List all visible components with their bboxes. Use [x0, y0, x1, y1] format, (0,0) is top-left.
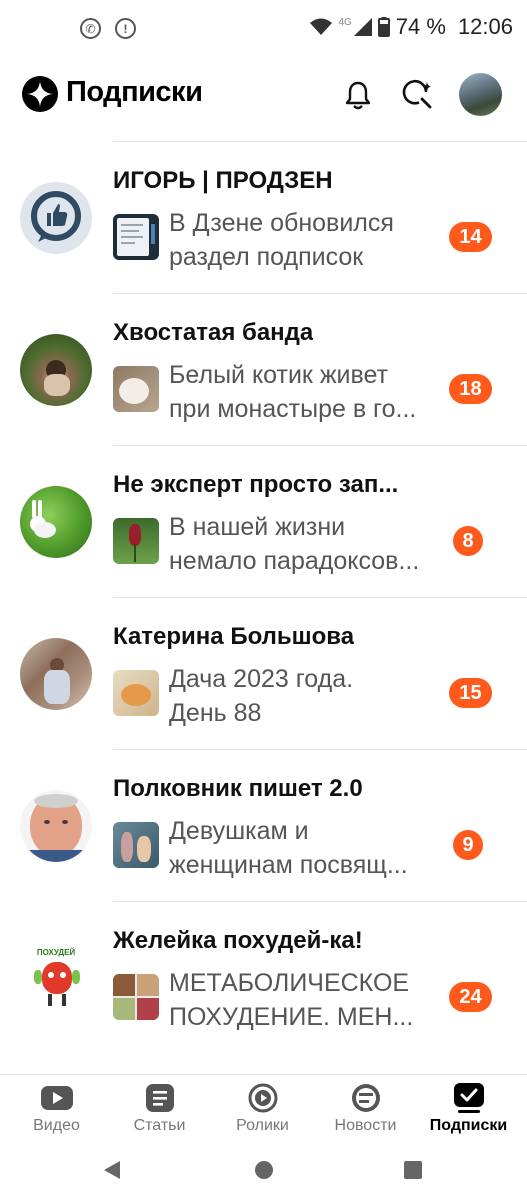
whatsapp-icon: ✆ — [80, 18, 101, 39]
nav-subscriptions[interactable]: Подписки — [416, 1081, 521, 1135]
subscriptions-icon — [453, 1083, 484, 1113]
post-preview-line: раздел подписок — [169, 243, 364, 271]
articles-icon — [145, 1084, 174, 1112]
system-navigation — [0, 1140, 527, 1200]
post-preview-line: В Дзене обновился — [169, 209, 394, 237]
wifi-icon — [310, 18, 333, 35]
back-icon — [104, 1161, 120, 1179]
avatar-caption: ПОХУДЕЙ — [36, 948, 76, 957]
post-thumbnail — [113, 366, 159, 412]
page-title: Подписки — [66, 76, 203, 108]
post-preview: МЕТАБОЛИЧЕСКОЕ ПОХУДЕНИЕ. МЕН... — [169, 966, 439, 1034]
alert-icon: ! — [115, 18, 136, 39]
post-thumbnail — [113, 214, 159, 260]
unread-count-badge: 14 — [449, 222, 492, 252]
post-thumbnail — [113, 670, 159, 716]
zen-logo-icon[interactable] — [22, 76, 58, 112]
nav-clips[interactable]: Ролики — [210, 1081, 315, 1135]
channel-avatar[interactable] — [20, 182, 92, 254]
list-item[interactable]: Не эксперт просто зап... В нашей жизни н… — [20, 445, 527, 597]
channel-avatar[interactable] — [20, 486, 92, 558]
profile-avatar[interactable] — [459, 73, 502, 116]
back-button[interactable] — [100, 1158, 124, 1182]
list-item[interactable]: ИГОРЬ | ПРОДЗЕН В Дзене обновился раздел… — [20, 141, 527, 293]
channel-avatar[interactable]: ПОХУДЕЙ — [20, 942, 92, 1014]
unread-count-badge: 18 — [449, 374, 492, 404]
video-icon — [40, 1086, 73, 1110]
post-preview-line: при монастыре в го... — [169, 395, 417, 423]
channel-avatar[interactable] — [20, 638, 92, 710]
nav-label: Ролики — [236, 1117, 289, 1134]
post-preview: В Дзене обновился раздел подписок — [169, 206, 439, 274]
channel-name: ИГОРЬ | ПРОДЗЕН — [113, 167, 333, 194]
post-thumbnail — [113, 518, 159, 564]
nav-articles[interactable]: Статьи — [107, 1081, 212, 1135]
nav-label: Подписки — [429, 1117, 508, 1134]
nav-label: Видео — [33, 1117, 80, 1134]
post-thumbnail — [113, 822, 159, 868]
post-preview-line: День 88 — [169, 699, 262, 727]
notifications-button[interactable] — [337, 74, 379, 116]
search-sparkle-icon — [402, 80, 432, 109]
channel-name: Не эксперт просто зап... — [113, 471, 399, 498]
nav-label: Новости — [334, 1117, 397, 1134]
signal-icon — [353, 18, 372, 36]
post-preview-line: женщинам посвящ... — [169, 851, 408, 879]
post-preview: В нашей жизни немало парадоксов... — [169, 510, 439, 578]
list-item[interactable]: ПОХУДЕЙ Желейка похудей-ка! МЕТАБОЛИЧЕСК… — [20, 901, 527, 1053]
news-icon — [351, 1084, 380, 1112]
post-preview: Белый котик живет при монастыре в го... — [169, 358, 439, 426]
post-preview-line: Белый котик живет — [169, 361, 389, 389]
search-button[interactable] — [397, 74, 439, 116]
status-bar: ✆ ! 4G 74 % 12:06 — [0, 0, 527, 60]
post-preview-line: немало парадоксов... — [169, 547, 420, 575]
post-thumbnail — [113, 974, 159, 1020]
list-item[interactable]: Хвостатая банда Белый котик живет при мо… — [20, 293, 527, 445]
status-right: 4G 74 % 12:06 — [310, 14, 513, 40]
recents-icon — [404, 1161, 422, 1179]
home-icon — [255, 1161, 273, 1179]
network-type: 4G — [338, 16, 352, 28]
unread-count-badge: 9 — [453, 830, 483, 860]
list-item[interactable]: Полковник пишет 2.0 Девушкам и женщинам … — [20, 749, 527, 901]
channel-name: Хвостатая банда — [113, 319, 314, 346]
home-button[interactable] — [252, 1158, 276, 1182]
subscriptions-feed: ИГОРЬ | ПРОДЗЕН В Дзене обновился раздел… — [0, 141, 527, 1053]
channel-avatar[interactable] — [20, 334, 92, 406]
channel-name: Желейка похудей-ка! — [113, 927, 363, 954]
unread-count-badge: 15 — [449, 678, 492, 708]
nav-label: Статьи — [133, 1117, 186, 1134]
unread-count-badge: 8 — [453, 526, 483, 556]
post-preview-line: Девушкам и — [169, 817, 309, 845]
recents-button[interactable] — [401, 1158, 425, 1182]
bottom-navigation: Видео Статьи Ролики Новости Подписки — [0, 1074, 527, 1140]
post-preview-line: В нашей жизни — [169, 513, 346, 541]
post-preview-line: ПОХУДЕНИЕ. МЕН... — [169, 1003, 414, 1031]
channel-name: Полковник пишет 2.0 — [113, 775, 363, 802]
notification-icons: ✆ ! — [80, 18, 136, 39]
post-preview: Девушкам и женщинам посвящ... — [169, 814, 439, 882]
battery-level: 74 % — [395, 14, 446, 39]
app-header: Подписки — [0, 62, 527, 128]
clips-icon — [248, 1083, 277, 1113]
channel-name: Катерина Большова — [113, 623, 355, 650]
unread-count-badge: 24 — [449, 982, 492, 1012]
bell-icon — [345, 81, 371, 110]
clock: 12:06 — [457, 14, 513, 39]
post-preview: Дача 2023 года. День 88 — [169, 662, 439, 730]
nav-video[interactable]: Видео — [4, 1081, 109, 1135]
post-preview-line: МЕТАБОЛИЧЕСКОЕ — [169, 969, 410, 997]
nav-news[interactable]: Новости — [313, 1081, 418, 1135]
channel-avatar[interactable] — [20, 790, 92, 862]
post-preview-line: Дача 2023 года. — [169, 665, 354, 693]
battery-icon — [377, 17, 390, 37]
list-item[interactable]: Катерина Большова Дача 2023 года. День 8… — [20, 597, 527, 749]
